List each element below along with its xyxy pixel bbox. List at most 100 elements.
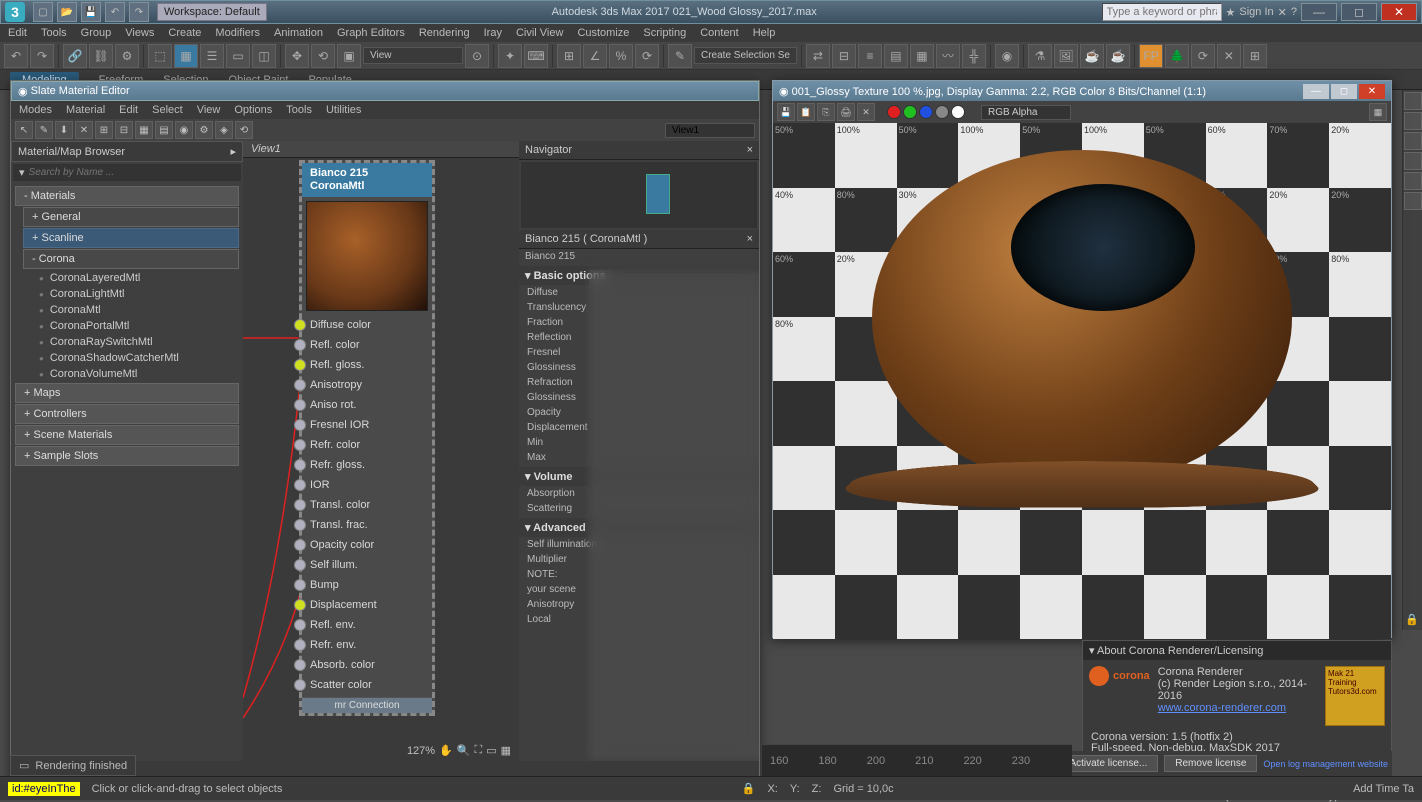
tree-item[interactable]: CoronaVolumeMtl — [11, 366, 243, 382]
slate-menu-modes[interactable]: Modes — [19, 104, 52, 116]
window-cross-button[interactable]: ◫ — [252, 44, 276, 68]
fb-toggle-ui-button[interactable]: ▦ — [1369, 103, 1387, 121]
node-footer[interactable]: mr Connection — [302, 697, 432, 713]
menu-edit[interactable]: Edit — [8, 27, 27, 39]
tree-item[interactable]: CoronaShadowCatcherMtl — [11, 350, 243, 366]
fb-clear-button[interactable]: ✕ — [857, 103, 875, 121]
help-icon[interactable]: ? — [1291, 6, 1297, 18]
param-close-icon[interactable]: × — [747, 233, 753, 245]
menu-rendering[interactable]: Rendering — [419, 27, 470, 39]
browser-search-input[interactable] — [29, 167, 235, 178]
hierarchy-tab[interactable] — [1404, 132, 1422, 150]
select-object-button[interactable]: ▦ — [174, 44, 198, 68]
zoom-region-icon[interactable]: ▭ — [486, 744, 496, 757]
edit-named-button[interactable]: ✎ — [668, 44, 692, 68]
log-mgmt-link[interactable]: Open log management website — [1263, 759, 1388, 769]
tree-materials[interactable]: - Materials — [15, 186, 239, 206]
assign-material-button[interactable]: ⬇ — [55, 121, 73, 139]
show-map-button[interactable]: ▦ — [135, 121, 153, 139]
star-icon[interactable]: ★ — [1226, 6, 1236, 19]
window-minimize-button[interactable]: — — [1301, 3, 1337, 21]
layer-explorer-button[interactable]: ▤ — [884, 44, 908, 68]
tree-item[interactable]: CoronaLightMtl — [11, 286, 243, 302]
browser-options-icon[interactable]: ▸ — [230, 145, 236, 158]
fb-maximize-button[interactable]: ◻ — [1331, 84, 1357, 99]
tree-item[interactable]: CoronaRaySwitchMtl — [11, 334, 243, 350]
material-node[interactable]: Bianco 215 CoronaMtl Diffuse colorRefl. … — [299, 160, 435, 716]
snap-button[interactable]: ⊞ — [557, 44, 581, 68]
node-slot[interactable]: Opacity color — [302, 535, 432, 555]
fb-green-channel[interactable] — [903, 105, 917, 119]
node-header[interactable]: Bianco 215 CoronaMtl — [302, 163, 432, 197]
node-slot[interactable]: Refr. color — [302, 435, 432, 455]
move-button[interactable]: ✥ — [285, 44, 309, 68]
menu-customize[interactable]: Customize — [577, 27, 629, 39]
node-slot[interactable]: Refl. color — [302, 335, 432, 355]
menu-content[interactable]: Content — [700, 27, 739, 39]
material-editor-button[interactable]: ◉ — [995, 44, 1019, 68]
render-frame-button[interactable]: 🖼 — [1054, 44, 1078, 68]
help-search-input[interactable] — [1102, 3, 1222, 21]
options-button[interactable]: ⚙ — [195, 121, 213, 139]
delete-button[interactable]: ✕ — [75, 121, 93, 139]
fb-save-button[interactable]: 💾 — [777, 103, 795, 121]
pan-icon[interactable]: ✋ — [439, 744, 453, 757]
node-slot[interactable]: Fresnel IOR — [302, 415, 432, 435]
node-slot[interactable]: Transl. frac. — [302, 515, 432, 535]
fb-mono-channel[interactable] — [951, 105, 965, 119]
display-tab[interactable] — [1404, 172, 1422, 190]
view-name-field[interactable] — [665, 123, 755, 138]
timeline-ruler[interactable]: 160180200210220230 — [762, 744, 1072, 776]
signin-link[interactable]: Sign In — [1239, 6, 1273, 18]
node-slot[interactable]: Scatter color — [302, 675, 432, 695]
tree-category[interactable]: + Sample Slots — [15, 446, 239, 466]
utilities-tab[interactable] — [1404, 192, 1422, 210]
fb-print-button[interactable]: 🖨 — [837, 103, 855, 121]
workspace-combo[interactable]: Workspace: Default — [157, 3, 267, 21]
node-slot[interactable]: Displacement — [302, 595, 432, 615]
fb-close-button[interactable]: ✕ — [1359, 84, 1385, 99]
tree-item[interactable]: CoronaLayeredMtl — [11, 270, 243, 286]
new-icon[interactable]: ▢ — [33, 2, 53, 22]
menu-help[interactable]: Help — [753, 27, 776, 39]
fb-clone-button[interactable]: ⎘ — [817, 103, 835, 121]
move-children-button[interactable]: ⊞ — [95, 121, 113, 139]
param-name-field[interactable]: Bianco 215 — [519, 249, 759, 264]
select-name-button[interactable]: ☰ — [200, 44, 224, 68]
render-setup-button[interactable]: ⚗ — [1028, 44, 1052, 68]
node-slot[interactable]: Aniso rot. — [302, 395, 432, 415]
menu-animation[interactable]: Animation — [274, 27, 323, 39]
rotate-button[interactable]: ⟲ — [311, 44, 335, 68]
fb-render-view[interactable]: 80%80%80%20%60%20%20%70%40%40%40%30%30%8… — [773, 123, 1391, 639]
menu-views[interactable]: Views — [125, 27, 154, 39]
curve-editor-button[interactable]: 〰 — [936, 44, 960, 68]
menu-tools[interactable]: Tools — [41, 27, 67, 39]
toggle-ribbon-button[interactable]: ▦ — [910, 44, 934, 68]
window-maximize-button[interactable]: ◻ — [1341, 3, 1377, 21]
tree-item[interactable]: CoronaPortalMtl — [11, 318, 243, 334]
rect-select-button[interactable]: ▭ — [226, 44, 250, 68]
create-tab[interactable] — [1404, 92, 1422, 110]
select-by-mat-button[interactable]: ◈ — [215, 121, 233, 139]
undo-button[interactable]: ↶ — [4, 44, 28, 68]
slate-caption[interactable]: ◉ Slate Material Editor — [11, 81, 759, 101]
window-close-button[interactable]: ✕ — [1381, 3, 1417, 21]
slate-menu-edit[interactable]: Edit — [119, 104, 138, 116]
exchange-icon[interactable]: ✕ — [1278, 6, 1287, 19]
layers-button[interactable]: ≡ — [858, 44, 882, 68]
scale-button[interactable]: ▣ — [337, 44, 361, 68]
select-button[interactable]: ⬚ — [148, 44, 172, 68]
lock-selection-icon[interactable]: 🔒 — [742, 782, 756, 795]
menu-modifiers[interactable]: Modifiers — [215, 27, 260, 39]
node-preview[interactable] — [306, 201, 428, 311]
fb-channel-combo[interactable]: RGB Alpha — [981, 105, 1071, 120]
node-slot[interactable]: Self illum. — [302, 555, 432, 575]
ref-coord-combo[interactable]: View — [363, 47, 463, 64]
redo-icon[interactable]: ↷ — [129, 2, 149, 22]
fb-alpha-channel[interactable] — [935, 105, 949, 119]
relink-button[interactable]: ⟳ — [1191, 44, 1215, 68]
pivot-button[interactable]: ⊙ — [465, 44, 489, 68]
lay-out-button[interactable]: ⟲ — [235, 121, 253, 139]
navigator-view[interactable] — [521, 162, 757, 228]
nav-close-icon[interactable]: × — [747, 144, 753, 156]
